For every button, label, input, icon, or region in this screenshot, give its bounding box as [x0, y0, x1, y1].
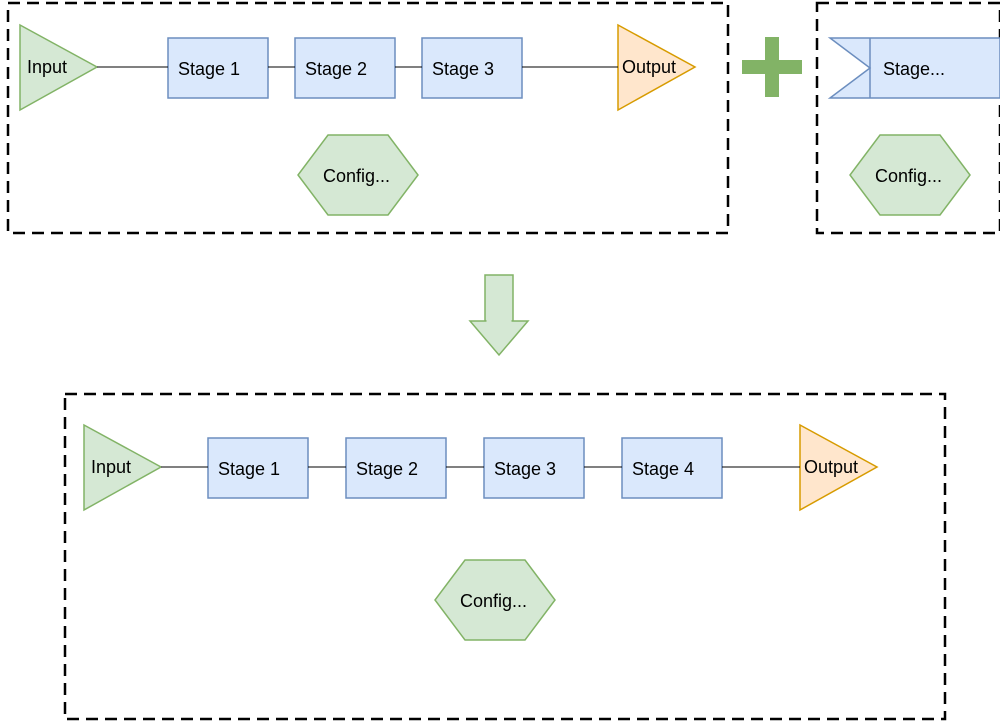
input-label-top: Input — [27, 57, 67, 77]
down-arrow-icon — [470, 275, 528, 355]
config-label-top-right: Config... — [875, 166, 942, 186]
output-label-top: Output — [622, 57, 676, 77]
input-node-bottom: Input — [84, 425, 161, 510]
stage2-top: Stage 2 — [295, 38, 395, 98]
output-node-bottom: Output — [800, 425, 877, 510]
stage1-bottom-label: Stage 1 — [218, 459, 280, 479]
stage4-bottom-label: Stage 4 — [632, 459, 694, 479]
stage4-bottom: Stage 4 — [622, 438, 722, 498]
stage3-bottom-label: Stage 3 — [494, 459, 556, 479]
stage2-bottom: Stage 2 — [346, 438, 446, 498]
stage1-top: Stage 1 — [168, 38, 268, 98]
config-node-top-right: Config... — [850, 135, 970, 215]
config-node-bottom: Config... — [435, 560, 555, 640]
config-node-top-left: Config... — [298, 135, 418, 215]
output-label-bottom: Output — [804, 457, 858, 477]
config-label-bottom: Config... — [460, 591, 527, 611]
input-label-bottom: Input — [91, 457, 131, 477]
stage3-top: Stage 3 — [422, 38, 522, 98]
config-label-top-left: Config... — [323, 166, 390, 186]
plus-icon — [742, 37, 802, 97]
input-node-top: Input — [20, 25, 97, 110]
diagram-canvas: Input Stage 1 Stage 2 Stage 3 Output Con… — [0, 0, 1000, 727]
stage2-bottom-label: Stage 2 — [356, 459, 418, 479]
stage3-top-label: Stage 3 — [432, 59, 494, 79]
output-node-top: Output — [618, 25, 695, 110]
stage-truncated-top-right: Stage... — [830, 38, 1000, 98]
stage1-bottom: Stage 1 — [208, 438, 308, 498]
stage1-top-label: Stage 1 — [178, 59, 240, 79]
stage2-top-label: Stage 2 — [305, 59, 367, 79]
stage3-bottom: Stage 3 — [484, 438, 584, 498]
stage-truncated-label: Stage... — [883, 59, 945, 79]
